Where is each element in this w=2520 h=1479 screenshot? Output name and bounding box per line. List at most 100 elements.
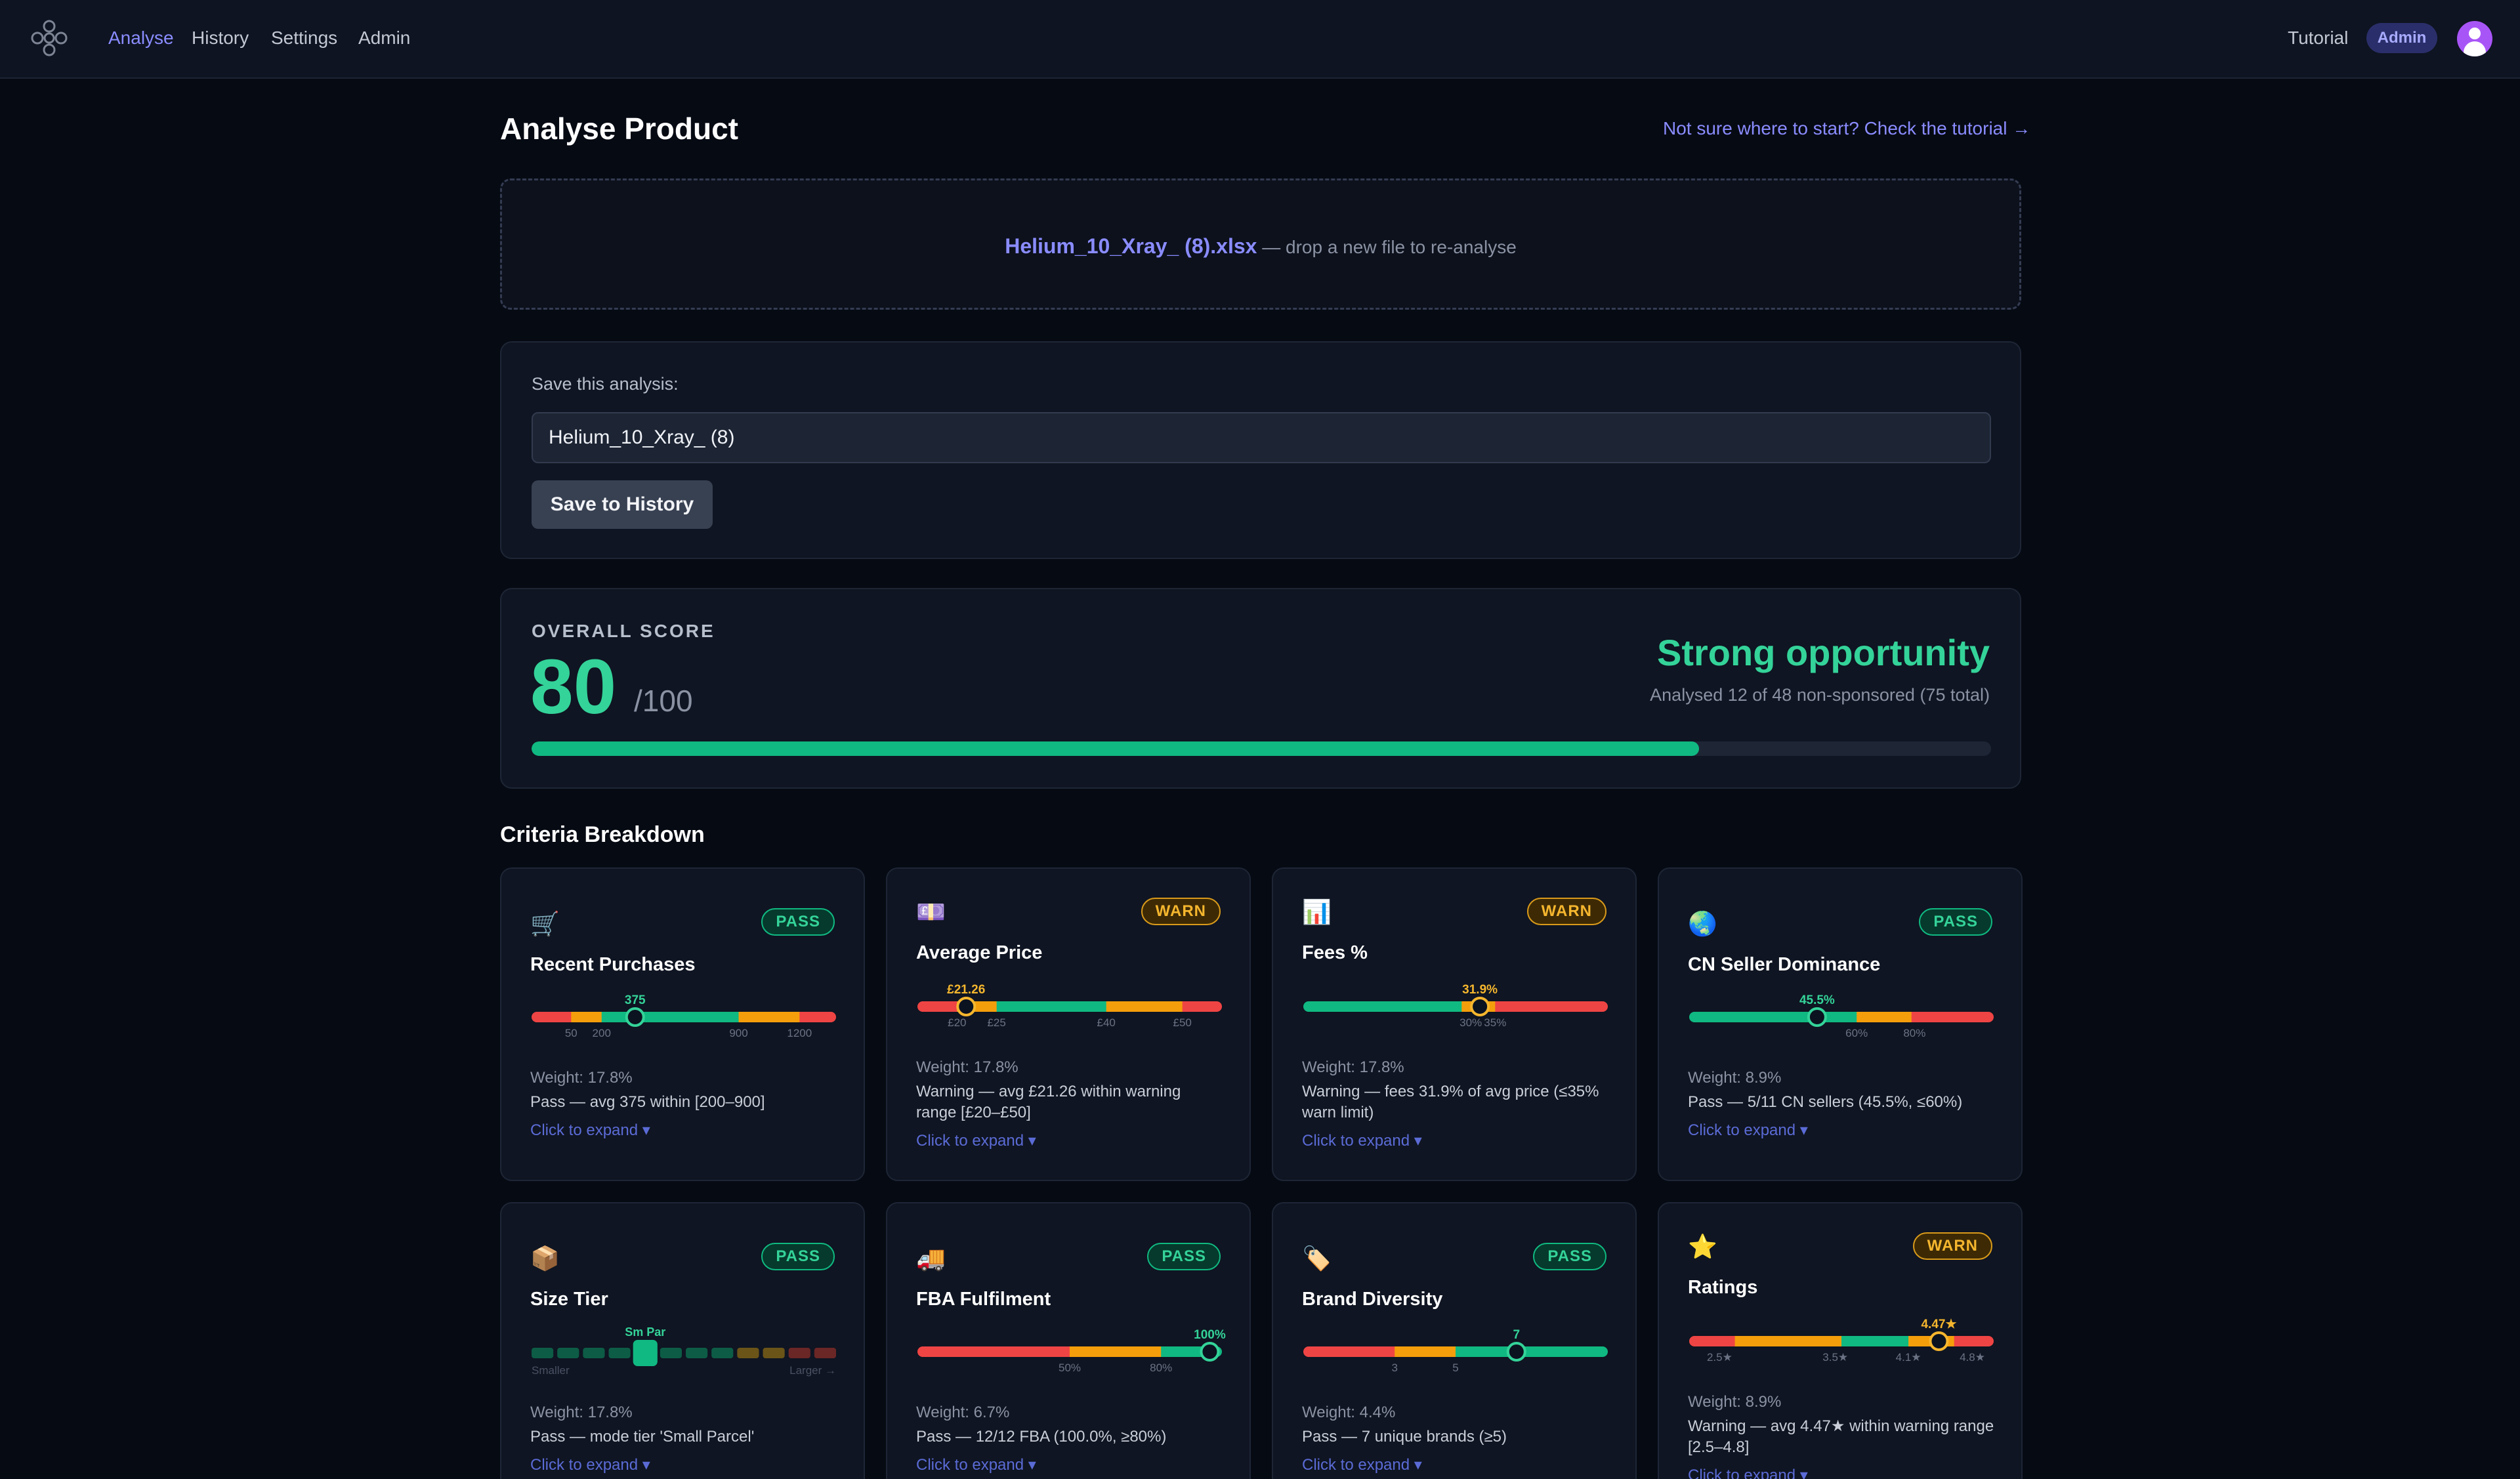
save-to-history-button[interactable]: Save to History xyxy=(532,480,713,529)
expand-toggle[interactable]: Click to expand ▾ xyxy=(1302,1455,1422,1475)
criterion-card[interactable]: 📊 WARN Fees % 30% 35% 31.9% Weight: 17.8% Warni… xyxy=(1272,867,1637,1181)
tag-icon: 🏷️ xyxy=(1302,1245,1332,1272)
gauge-tick-label: £50 xyxy=(1173,1016,1191,1029)
gauge-value-label: 100% xyxy=(1194,1328,1226,1342)
gauge-tick-label: 2.5★ xyxy=(1707,1351,1732,1364)
gauge-tick-label: £40 xyxy=(1097,1016,1115,1029)
expand-toggle[interactable]: Click to expand ▾ xyxy=(1302,1131,1422,1151)
gauge-segment xyxy=(996,1001,1107,1012)
gauge-tick-label: 200 xyxy=(593,1027,611,1039)
gauge-value-label: 375 xyxy=(625,993,646,1007)
gauge-value-label: 45.5% xyxy=(1799,993,1835,1007)
criteria-title: Criteria Breakdown xyxy=(500,822,705,847)
expand-toggle[interactable]: Click to expand ▾ xyxy=(530,1455,650,1475)
gauge-segment xyxy=(1182,1001,1222,1012)
gauge-segment xyxy=(917,1346,1070,1357)
criterion-card[interactable]: 💷 WARN Average Price £20 £25 £40 £50 £21.26 Weig… xyxy=(886,867,1251,1181)
globe-icon: 🌏 xyxy=(1688,910,1717,937)
gauge-pointer xyxy=(1470,997,1490,1016)
criterion-card[interactable]: 📦 PASS Size Tier Sm Par Smaller Larger → Weigh… xyxy=(500,1202,865,1479)
gauge-segment xyxy=(1456,1346,1608,1357)
criterion-title: FBA Fulfilment xyxy=(916,1289,1051,1310)
criterion-weight: Weight: 8.9% xyxy=(1688,1393,1782,1411)
app-logo-icon[interactable] xyxy=(29,18,70,58)
nav-analyse[interactable]: Analyse xyxy=(108,26,174,50)
gauge-pointer xyxy=(1506,1342,1526,1362)
gauge-segment xyxy=(1689,1336,1736,1346)
tier-segment xyxy=(660,1348,682,1358)
gauge-pointer xyxy=(1929,1331,1949,1351)
criterion-gauge: 50 200 900 1200 375 xyxy=(532,989,836,1042)
gauge-tick-label: £20 xyxy=(948,1016,966,1029)
criterion-description: Warning — avg £21.26 within warning rang… xyxy=(916,1083,1181,1121)
criterion-card[interactable]: 🚚 PASS FBA Fulfilment 50% 80% 100% Weight: 6.7… xyxy=(886,1202,1251,1479)
nav-tutorial[interactable]: Tutorial xyxy=(2288,26,2348,50)
criterion-gauge: 30% 35% 31.9% xyxy=(1303,979,1608,1031)
nav-admin[interactable]: Admin xyxy=(358,26,410,50)
expand-toggle[interactable]: Click to expand ▾ xyxy=(916,1455,1036,1475)
save-label: Save this analysis: xyxy=(532,374,679,394)
gauge-value-label: 31.9% xyxy=(1462,983,1498,997)
gauge-pointer xyxy=(956,997,976,1016)
gauge-tick-label: 5 xyxy=(1452,1362,1458,1374)
expand-toggle[interactable]: Click to expand ▾ xyxy=(1688,1121,1808,1140)
expand-toggle[interactable]: Click to expand ▾ xyxy=(530,1121,650,1140)
gauge-tick-label: 3 xyxy=(1391,1362,1397,1374)
criterion-card[interactable]: ⭐ WARN Ratings 2.5★ 3.5★ 4.1★ 4.8★ 4.47★ Weight:… xyxy=(1658,1202,2023,1479)
package-icon: 📦 xyxy=(530,1245,560,1272)
tier-segment xyxy=(737,1348,759,1358)
criterion-description: Pass — 12/12 FBA (100.0%, ≥80%) xyxy=(916,1428,1167,1446)
status-badge: PASS xyxy=(761,1243,835,1270)
criterion-description: Warning — avg 4.47★ within warning range… xyxy=(1688,1417,1994,1456)
gauge-tick-label: 30% xyxy=(1460,1016,1482,1029)
criterion-description: Pass — 5/11 CN sellers (45.5%, ≤60%) xyxy=(1688,1093,1963,1111)
criterion-card[interactable]: 🛒 PASS Recent Purchases 50 200 900 1200 375 Weig… xyxy=(500,867,865,1181)
score-max: /100 xyxy=(634,684,693,718)
criterion-title: Average Price xyxy=(916,942,1043,963)
criterion-card[interactable]: 🏷️ PASS Brand Diversity 3 5 7 Weight: 4.4% Pass… xyxy=(1272,1202,1637,1479)
gauge-tick-label: 50 xyxy=(565,1027,578,1039)
save-analysis-panel: Save this analysis: Save to History xyxy=(500,341,2021,559)
nav-history[interactable]: History xyxy=(192,26,249,50)
criterion-title: Size Tier xyxy=(530,1289,608,1310)
gauge-tick-label: 60% xyxy=(1845,1027,1868,1039)
status-badge: PASS xyxy=(1533,1243,1606,1270)
criterion-card[interactable]: 🌏 PASS CN Seller Dominance 60% 80% 45.5% Weigh… xyxy=(1658,867,2023,1181)
tier-segment xyxy=(763,1348,785,1358)
cart-icon: 🛒 xyxy=(530,910,560,937)
expand-toggle[interactable]: Click to expand ▾ xyxy=(916,1131,1036,1151)
expand-toggle[interactable]: Click to expand ▾ xyxy=(1688,1466,1808,1479)
criterion-title: CN Seller Dominance xyxy=(1688,954,1881,975)
tier-segment xyxy=(608,1348,631,1358)
top-navigation: Analyse History Settings Admin Tutorial … xyxy=(0,0,2520,79)
status-badge: PASS xyxy=(761,908,835,936)
criterion-weight: Weight: 17.8% xyxy=(530,1404,633,1421)
dropzone-hint: — drop a new file to re-analyse xyxy=(1257,237,1517,257)
money-icon: 💷 xyxy=(916,898,946,925)
gauge-segment xyxy=(738,1012,800,1022)
analysis-name-input[interactable] xyxy=(532,412,1991,463)
truck-icon: 🚚 xyxy=(916,1245,946,1272)
score-progress-bar xyxy=(532,741,1991,756)
tier-segment xyxy=(583,1348,605,1358)
page-title: Analyse Product xyxy=(500,112,738,146)
gauge-tick-label: 50% xyxy=(1059,1362,1081,1374)
criterion-weight: Weight: 6.7% xyxy=(916,1404,1010,1421)
gauge-tick-label: 35% xyxy=(1484,1016,1506,1029)
file-dropzone[interactable]: Helium_10_Xray_ (8).xlsx — drop a new fi… xyxy=(500,178,2021,310)
tier-segment xyxy=(686,1348,708,1358)
tutorial-link[interactable]: Not sure where to start? Check the tutor… xyxy=(1663,117,2030,140)
gauge-segment xyxy=(571,1012,602,1022)
score-verdict: Strong opportunity xyxy=(1656,632,1990,673)
criterion-title: Brand Diversity xyxy=(1302,1289,1443,1310)
criterion-weight: Weight: 17.8% xyxy=(530,1069,633,1087)
gauge-tick-label: 80% xyxy=(1903,1027,1925,1039)
criterion-gauge: 3 5 7 xyxy=(1303,1324,1608,1377)
criterion-description: Pass — mode tier 'Small Parcel' xyxy=(530,1428,755,1446)
gauge-value-label: Sm Par xyxy=(625,1325,665,1339)
user-avatar[interactable] xyxy=(2457,21,2492,56)
status-badge: PASS xyxy=(1919,908,1992,936)
gauge-segment xyxy=(1689,1012,1857,1022)
analysed-count: Analysed 12 of 48 non-sponsored (75 tota… xyxy=(1650,685,1990,705)
nav-settings[interactable]: Settings xyxy=(271,26,337,50)
